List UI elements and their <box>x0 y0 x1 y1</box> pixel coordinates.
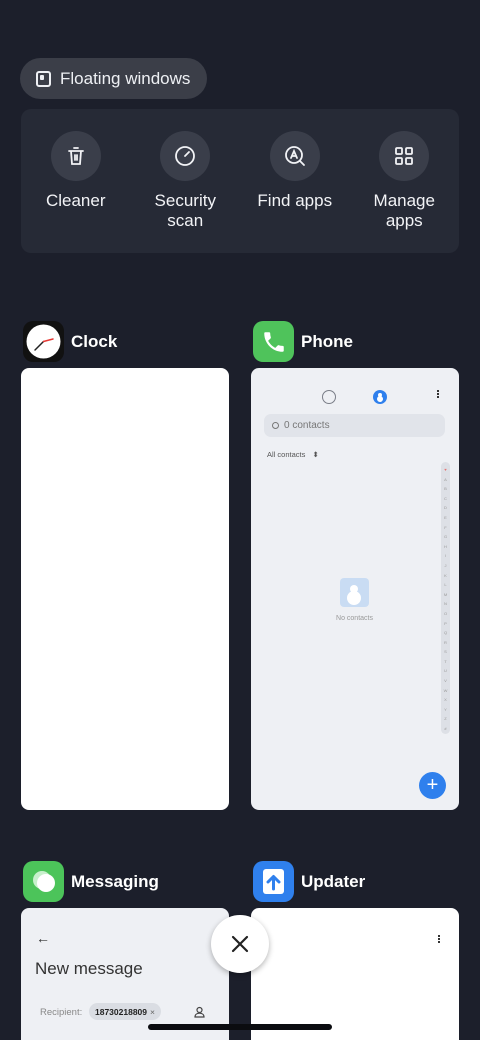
phone-app-name: Phone <box>301 331 353 351</box>
security-scan-button[interactable]: Security scan <box>131 109 241 253</box>
updater-app-card[interactable] <box>251 908 459 1040</box>
alphabet-index-letter[interactable]: N <box>444 599 447 609</box>
messaging-icon <box>23 861 64 902</box>
alphabet-index-letter[interactable]: S <box>444 647 447 657</box>
speedometer-icon <box>160 131 211 181</box>
recipient-number: 18730218809 <box>95 1006 148 1017</box>
floating-windows-button[interactable]: Floating windows <box>20 58 208 99</box>
alphabet-index-letter[interactable]: E <box>444 513 447 523</box>
trash-icon <box>50 131 101 181</box>
recipient-chip[interactable]: 18730218809 × <box>89 1003 161 1020</box>
alphabet-index-letter[interactable]: V <box>444 676 447 686</box>
messaging-app-header[interactable]: Messaging <box>23 861 159 902</box>
alphabet-index-letter[interactable]: F <box>444 523 446 533</box>
recipient-label: Recipient: <box>40 1007 83 1018</box>
contacts-filter[interactable]: All contacts ⬍ <box>267 450 319 459</box>
alphabet-index-letter[interactable]: T <box>444 657 446 667</box>
add-contact-button[interactable]: + <box>419 772 446 799</box>
alphabet-index-letter[interactable]: J <box>445 561 447 571</box>
close-icon <box>231 935 249 953</box>
alphabet-index-letter[interactable]: Y <box>444 705 447 715</box>
security-scan-label: Security scan <box>154 191 216 230</box>
alphabet-index-letter[interactable]: X <box>444 695 447 705</box>
alphabet-index-letter[interactable]: A <box>444 475 447 485</box>
alphabet-index-letter[interactable]: I <box>445 551 446 561</box>
alphabet-index-letter[interactable]: K <box>444 571 447 581</box>
updater-app-header[interactable]: Updater <box>253 861 365 902</box>
search-icon <box>272 422 279 429</box>
contacts-search-placeholder: 0 contacts <box>284 420 330 431</box>
cleaner-label: Cleaner <box>45 191 106 210</box>
alphabet-index-letter[interactable]: G <box>444 532 447 542</box>
quick-tools-panel: Cleaner Security scan Find apps Manage a… <box>21 109 459 253</box>
updater-app-name: Updater <box>301 871 366 891</box>
home-indicator[interactable] <box>148 1024 332 1030</box>
clock-app-card[interactable] <box>21 368 229 810</box>
alphabet-index-letter[interactable]: ♥ <box>444 465 446 475</box>
updater-more-options-icon[interactable] <box>438 938 440 940</box>
floating-windows-label: Floating windows <box>60 68 191 88</box>
more-options-icon[interactable] <box>437 393 439 395</box>
remove-recipient-icon[interactable]: × <box>150 1007 155 1017</box>
empty-contacts-text: No contacts <box>336 615 373 622</box>
new-message-title: New message <box>35 959 143 978</box>
alphabet-index-letter[interactable]: M <box>444 590 447 600</box>
empty-contacts-icon <box>340 578 369 607</box>
phone-icon <box>253 321 294 362</box>
contacts-search[interactable]: 0 contacts <box>264 414 445 437</box>
alphabet-index-letter[interactable]: # <box>444 724 446 734</box>
contacts-filter-label: All contacts <box>267 450 306 459</box>
alphabet-index-letter[interactable]: U <box>444 666 447 676</box>
find-apps-button[interactable]: Find apps <box>240 109 350 253</box>
clock-icon <box>23 321 64 362</box>
contacts-tab-icon[interactable] <box>373 390 387 404</box>
grid-icon <box>379 131 430 181</box>
clock-app-name: Clock <box>71 331 118 351</box>
alphabet-index-letter[interactable]: H <box>444 542 447 552</box>
alphabet-index-letter[interactable]: D <box>444 503 447 513</box>
alphabet-index-letter[interactable]: L <box>444 580 446 590</box>
back-arrow-icon[interactable]: ← <box>36 930 50 946</box>
manage-apps-label: Manage apps <box>373 191 435 230</box>
search-apps-icon <box>269 131 320 181</box>
floating-window-icon <box>36 70 51 87</box>
alphabet-index-letter[interactable]: Z <box>444 714 446 724</box>
phone-tabs <box>251 368 459 418</box>
alphabet-index-letter[interactable]: C <box>444 494 447 504</box>
call-tab-icon[interactable] <box>322 390 336 404</box>
close-all-button[interactable] <box>211 915 269 973</box>
phone-app-header[interactable]: Phone <box>253 321 353 362</box>
alphabet-index-letter[interactable]: W <box>444 686 448 696</box>
alphabet-index-letter[interactable]: R <box>444 638 447 648</box>
alphabet-index-letter[interactable]: Q <box>444 628 447 638</box>
clock-app-header[interactable]: Clock <box>23 321 117 362</box>
alphabet-index[interactable]: ♥ A B C D E F G H I J K L M N O P Q R S T U V W X Y Z # <box>441 462 450 734</box>
phone-app-card[interactable]: 0 contacts All contacts ⬍ ♥ A B C D E F G H I J K L M… <box>251 368 459 810</box>
messaging-app-name: Messaging <box>71 871 159 891</box>
contact-picker-icon[interactable] <box>194 1006 205 1018</box>
messaging-app-card[interactable]: ← New message Recipient: 18730218809 × <box>21 908 229 1040</box>
updater-icon <box>253 861 294 902</box>
alphabet-index-letter[interactable]: B <box>444 484 447 494</box>
sort-icon: ⬍ <box>312 450 319 459</box>
manage-apps-button[interactable]: Manage apps <box>350 109 460 253</box>
find-apps-label: Find apps <box>257 191 333 210</box>
cleaner-button[interactable]: Cleaner <box>21 109 131 253</box>
